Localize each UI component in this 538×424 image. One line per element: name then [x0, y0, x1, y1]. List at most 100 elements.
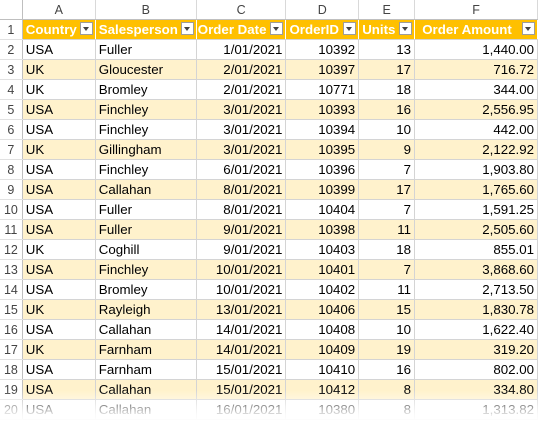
cell-units[interactable]: 7 — [358, 159, 416, 180]
filter-dropdown-icon[interactable] — [270, 22, 284, 35]
cell-salesperson[interactable]: Finchley — [95, 119, 197, 140]
column-header-e[interactable]: E — [358, 0, 416, 20]
cell-salesperson[interactable]: Bromley — [95, 79, 197, 100]
cell-country[interactable]: USA — [22, 359, 96, 380]
cell-country[interactable]: UK — [22, 79, 96, 100]
cell-date[interactable]: 16/01/2021 — [196, 399, 287, 420]
cell-country[interactable]: USA — [22, 319, 96, 340]
cell-amount[interactable]: 1,765.60 — [414, 179, 538, 200]
cell-date[interactable]: 6/01/2021 — [196, 159, 287, 180]
cell-country[interactable]: UK — [22, 59, 96, 80]
cell-orderid[interactable]: 10401 — [285, 259, 360, 280]
row-header[interactable]: 3 — [0, 59, 23, 80]
cell-orderid[interactable]: 10399 — [285, 179, 360, 200]
cell-country[interactable]: UK — [22, 299, 96, 320]
cell-salesperson[interactable]: Finchley — [95, 99, 197, 120]
cell-amount[interactable]: 442.00 — [414, 119, 538, 140]
row-header[interactable]: 14 — [0, 279, 23, 300]
filter-dropdown-icon[interactable] — [79, 22, 93, 35]
cell-salesperson[interactable]: Finchley — [95, 259, 197, 280]
cell-date[interactable]: 10/01/2021 — [196, 259, 287, 280]
cell-units[interactable]: 17 — [358, 59, 416, 80]
cell-country[interactable]: USA — [22, 179, 96, 200]
cell-units[interactable]: 16 — [358, 359, 416, 380]
cell-salesperson[interactable]: Gloucester — [95, 59, 197, 80]
cell-salesperson[interactable]: Finchley — [95, 159, 197, 180]
cell-units[interactable]: 10 — [358, 119, 416, 140]
cell-date[interactable]: 3/01/2021 — [196, 99, 287, 120]
cell-amount[interactable]: 855.01 — [414, 239, 538, 260]
cell-amount[interactable]: 1,830.78 — [414, 299, 538, 320]
row-header[interactable]: 7 — [0, 139, 23, 160]
cell-orderid[interactable]: 10412 — [285, 379, 360, 400]
cell-amount[interactable]: 1,440.00 — [414, 39, 538, 60]
cell-units[interactable]: 9 — [358, 139, 416, 160]
cell-country[interactable]: USA — [22, 279, 96, 300]
cell-salesperson[interactable]: Farnham — [95, 359, 197, 380]
cell-units[interactable]: 11 — [358, 279, 416, 300]
cell-amount[interactable]: 2,505.60 — [414, 219, 538, 240]
cell-amount[interactable]: 2,556.95 — [414, 99, 538, 120]
cell-units[interactable]: 7 — [358, 199, 416, 220]
cell-amount[interactable]: 319.20 — [414, 339, 538, 360]
cell-country[interactable]: USA — [22, 259, 96, 280]
row-header[interactable]: 16 — [0, 319, 23, 340]
cell-salesperson[interactable]: Gillingham — [95, 139, 197, 160]
row-header[interactable]: 11 — [0, 219, 23, 240]
cell-orderid[interactable]: 10398 — [285, 219, 360, 240]
cell-date[interactable]: 14/01/2021 — [196, 339, 287, 360]
cell-date[interactable]: 8/01/2021 — [196, 199, 287, 220]
cell-country[interactable]: UK — [22, 239, 96, 260]
cell-orderid[interactable]: 10408 — [285, 319, 360, 340]
cell-units[interactable]: 8 — [358, 399, 416, 420]
cell-amount[interactable]: 2,122.92 — [414, 139, 538, 160]
cell-country[interactable]: USA — [22, 39, 96, 60]
cell-country[interactable]: USA — [22, 119, 96, 140]
column-header-c[interactable]: C — [196, 0, 287, 20]
cell-country[interactable]: USA — [22, 99, 96, 120]
column-header-a[interactable]: A — [22, 0, 96, 20]
cell-orderid[interactable]: 10404 — [285, 199, 360, 220]
cell-salesperson[interactable]: Fuller — [95, 199, 197, 220]
cell-date[interactable]: 13/01/2021 — [196, 299, 287, 320]
cell-date[interactable]: 9/01/2021 — [196, 239, 287, 260]
cell-amount[interactable]: 1,591.25 — [414, 199, 538, 220]
cell-units[interactable]: 11 — [358, 219, 416, 240]
cell-salesperson[interactable]: Farnham — [95, 339, 197, 360]
row-header[interactable]: 6 — [0, 119, 23, 140]
cell-orderid[interactable]: 10403 — [285, 239, 360, 260]
header-cell-units[interactable]: Units — [358, 19, 416, 40]
cell-amount[interactable]: 334.80 — [414, 379, 538, 400]
cell-units[interactable]: 18 — [358, 239, 416, 260]
cell-salesperson[interactable]: Rayleigh — [95, 299, 197, 320]
row-header[interactable]: 12 — [0, 239, 23, 260]
cell-units[interactable]: 13 — [358, 39, 416, 60]
cell-date[interactable]: 10/01/2021 — [196, 279, 287, 300]
header-cell-orderid[interactable]: OrderID — [285, 19, 360, 40]
row-header[interactable]: 10 — [0, 199, 23, 220]
cell-date[interactable]: 3/01/2021 — [196, 139, 287, 160]
row-header[interactable]: 2 — [0, 39, 23, 60]
row-header[interactable]: 15 — [0, 299, 23, 320]
cell-salesperson[interactable]: Bromley — [95, 279, 197, 300]
cell-salesperson[interactable]: Callahan — [95, 379, 197, 400]
cell-salesperson[interactable]: Fuller — [95, 219, 197, 240]
cell-date[interactable]: 2/01/2021 — [196, 59, 287, 80]
cell-orderid[interactable]: 10393 — [285, 99, 360, 120]
header-cell-order-amount[interactable]: Order Amount — [414, 19, 538, 40]
row-header[interactable]: 20 — [0, 399, 23, 420]
cell-country[interactable]: USA — [22, 219, 96, 240]
header-cell-order-date[interactable]: Order Date — [196, 19, 287, 40]
row-header[interactable]: 4 — [0, 79, 23, 100]
filter-dropdown-icon[interactable] — [343, 22, 357, 35]
cell-salesperson[interactable]: Coghill — [95, 239, 197, 260]
cell-amount[interactable]: 1,313.82 — [414, 399, 538, 420]
cell-orderid[interactable]: 10406 — [285, 299, 360, 320]
cell-country[interactable]: USA — [22, 379, 96, 400]
column-header-f[interactable]: F — [414, 0, 538, 20]
cell-amount[interactable]: 1,622.40 — [414, 319, 538, 340]
cell-amount[interactable]: 3,868.60 — [414, 259, 538, 280]
cell-date[interactable]: 15/01/2021 — [196, 379, 287, 400]
cell-country[interactable]: USA — [22, 159, 96, 180]
cell-salesperson[interactable]: Callahan — [95, 179, 197, 200]
